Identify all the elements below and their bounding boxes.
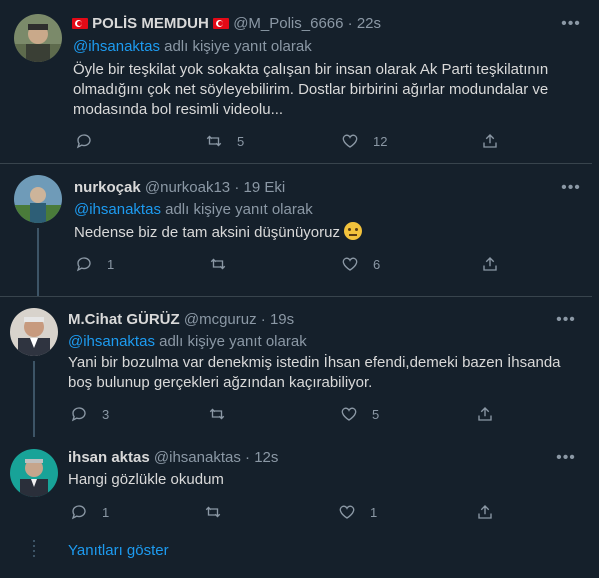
tweet-actions: 5 12 xyxy=(75,132,505,152)
timestamp[interactable]: 12s xyxy=(254,449,278,466)
avatar[interactable] xyxy=(14,14,62,62)
tweet-text: Öyle bir teşkilat yok sokakta çalışan bi… xyxy=(73,61,549,118)
tweet-text: Hangi gözlükle okudum xyxy=(68,471,224,488)
retweet-count: 5 xyxy=(237,133,245,149)
share-button[interactable] xyxy=(476,405,494,423)
like-button[interactable]: 1 xyxy=(338,503,377,521)
timestamp[interactable]: 19 Eki xyxy=(244,179,286,196)
avatar[interactable] xyxy=(14,175,62,223)
retweet-icon xyxy=(205,506,221,518)
separator-dot: · xyxy=(245,449,251,466)
share-icon xyxy=(478,505,492,519)
tweet-actions: 1 1 xyxy=(70,503,500,523)
reply-count: 3 xyxy=(102,406,110,422)
user-handle[interactable]: @M_Polis_6666 xyxy=(233,15,343,32)
like-count: 5 xyxy=(372,406,380,422)
user-handle[interactable]: @ihsanaktas xyxy=(154,449,241,466)
reply-button[interactable]: 1 xyxy=(75,255,114,273)
reply-count: 1 xyxy=(107,256,115,272)
turkey-flag-icon xyxy=(213,18,230,29)
like-button[interactable]: 12 xyxy=(341,132,387,150)
tweet-2[interactable]: nurkoçak @nurkoak13 · 19 Eki ••• @ihsana… xyxy=(0,164,592,296)
retweet-icon xyxy=(206,135,222,147)
thread-line xyxy=(33,361,35,437)
reply-context-label: adlı kişiye yanıt olarak xyxy=(165,201,313,218)
reply-context-label: adlı kişiye yanıt olarak xyxy=(164,38,312,55)
reply-icon xyxy=(71,407,86,422)
user-handle[interactable]: @mcguruz xyxy=(184,311,257,328)
tweet-4[interactable]: ihsan aktas @ihsanaktas · 12s ••• Hangi … xyxy=(0,437,592,527)
reply-button[interactable]: 3 xyxy=(70,405,109,423)
tweet-header: ihsan aktas @ihsanaktas · 12s xyxy=(68,448,278,468)
tweet-1[interactable]: POLİS MEMDUH @M_Polis_6666 · 22s ••• @ih… xyxy=(0,0,592,162)
more-icon[interactable]: ••• xyxy=(556,312,576,334)
retweet-button[interactable] xyxy=(209,255,241,273)
reply-mention-link[interactable]: @ihsanaktas xyxy=(68,333,155,350)
reply-context: @ihsanaktas adlı kişiye yanıt olarak xyxy=(74,200,313,220)
reply-icon xyxy=(76,257,91,272)
thread-line xyxy=(37,228,39,296)
tweet-header: M.Cihat GÜRÜZ @mcguruz · 19s xyxy=(68,310,294,330)
reply-context-label: adlı kişiye yanıt olarak xyxy=(159,333,307,350)
tweet-text-content: Nedense biz de tam aksini düşünüyoruz xyxy=(74,224,340,241)
like-count: 12 xyxy=(373,133,388,149)
show-replies-link[interactable]: Yanıtları göster xyxy=(68,541,169,561)
more-icon[interactable]: ••• xyxy=(561,16,581,38)
timestamp[interactable]: 19s xyxy=(270,311,294,328)
like-count: 6 xyxy=(373,256,381,272)
retweet-icon xyxy=(210,258,226,270)
thread-continuation-dots xyxy=(33,540,35,560)
reply-count: 1 xyxy=(102,504,110,520)
display-name[interactable]: POLİS MEMDUH xyxy=(92,15,209,32)
like-count: 1 xyxy=(370,504,378,520)
retweet-button[interactable]: 5 xyxy=(205,132,244,150)
heart-icon xyxy=(341,407,357,421)
avatar[interactable] xyxy=(10,308,58,356)
heart-icon xyxy=(342,134,358,148)
tweet-3[interactable]: M.Cihat GÜRÜZ @mcguruz · 19s ••• @ihsana… xyxy=(0,297,592,437)
reply-context: @ihsanaktas adlı kişiye yanıt olarak xyxy=(68,332,307,352)
reply-mention-link[interactable]: @ihsanaktas xyxy=(74,201,161,218)
tweet-text: Nedense biz de tam aksini düşünüyoruz xyxy=(74,222,564,243)
timestamp[interactable]: 22s xyxy=(357,15,381,32)
separator-dot: · xyxy=(347,15,353,32)
thinking-face-icon xyxy=(344,222,363,240)
retweet-button[interactable] xyxy=(208,405,240,423)
retweet-icon xyxy=(209,408,225,420)
tweet-actions: 1 6 xyxy=(75,255,505,275)
share-button[interactable] xyxy=(476,503,494,521)
turkey-flag-icon xyxy=(72,18,88,29)
share-icon xyxy=(483,257,497,271)
like-button[interactable]: 6 xyxy=(341,255,380,273)
tweet-header: POLİS MEMDUH @M_Polis_6666 · 22s xyxy=(72,14,381,34)
heart-icon xyxy=(339,505,355,519)
user-handle[interactable]: @nurkoak13 xyxy=(145,179,230,196)
separator-dot: · xyxy=(234,179,240,196)
share-button[interactable] xyxy=(481,132,499,150)
avatar[interactable] xyxy=(10,449,58,497)
reply-icon xyxy=(76,134,91,149)
reply-mention-link[interactable]: @ihsanaktas xyxy=(73,38,160,55)
reply-button[interactable] xyxy=(75,132,107,150)
reply-icon xyxy=(71,505,86,520)
more-icon[interactable]: ••• xyxy=(556,450,576,472)
share-icon xyxy=(483,134,497,148)
reply-button[interactable]: 1 xyxy=(70,503,109,521)
tweet-header: nurkoçak @nurkoak13 · 19 Eki xyxy=(74,178,285,198)
display-name[interactable]: M.Cihat GÜRÜZ xyxy=(68,311,180,328)
tweet-actions: 3 5 xyxy=(70,405,500,425)
reply-context: @ihsanaktas adlı kişiye yanıt olarak xyxy=(73,37,312,57)
separator-dot: · xyxy=(260,311,266,328)
heart-icon xyxy=(342,257,358,271)
tweet-text: Yani bir bozulma var denekmiş istedin İh… xyxy=(68,354,561,391)
share-button[interactable] xyxy=(481,255,499,273)
like-button[interactable]: 5 xyxy=(340,405,379,423)
display-name[interactable]: ihsan aktas xyxy=(68,449,150,466)
more-icon[interactable]: ••• xyxy=(561,180,581,202)
retweet-button[interactable] xyxy=(204,503,236,521)
share-icon xyxy=(478,407,492,421)
display-name[interactable]: nurkoçak xyxy=(74,179,141,196)
